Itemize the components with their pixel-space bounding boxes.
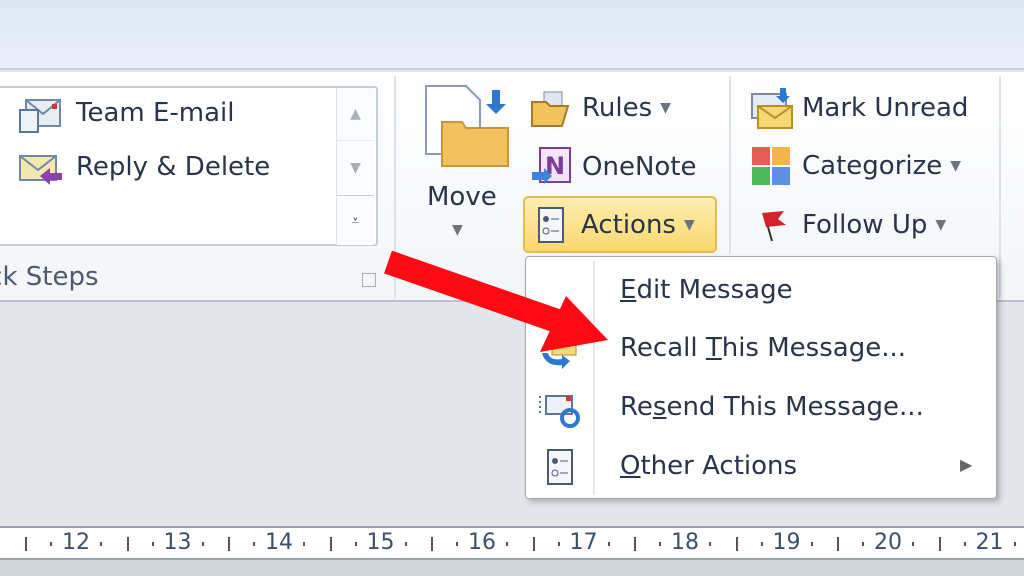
- annotation-arrow: [384, 250, 608, 352]
